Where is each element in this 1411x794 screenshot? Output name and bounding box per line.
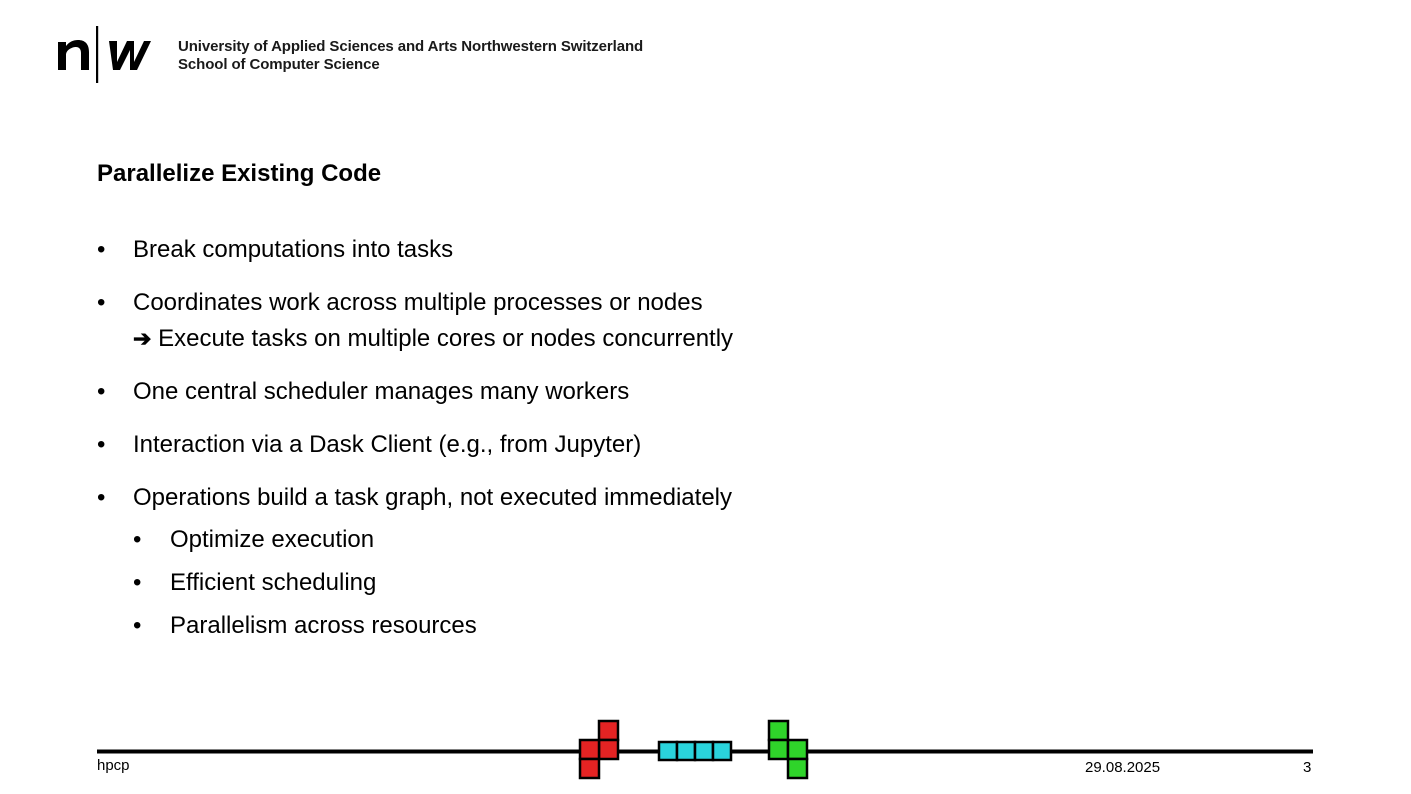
school-line: School of Computer Science [178, 56, 380, 73]
bullet-list: • Break computations into tasks • Coordi… [97, 232, 1197, 661]
footer-decoration [97, 719, 1313, 780]
footer-line [97, 749, 580, 754]
bullet-text: Interaction via a Dask Client (e.g., fro… [133, 431, 642, 458]
bullet-text: Coordinates work across multiple process… [133, 289, 703, 316]
sub-bullet-text: Parallelism across resources [170, 612, 477, 639]
cyan-tetromino-icon [657, 740, 733, 762]
bullet-dot: • [97, 236, 106, 263]
bullet-item: • Operations build a task graph, not exe… [97, 480, 1197, 644]
bullet-dot: • [133, 569, 142, 596]
bullet-item: • Break computations into tasks [97, 232, 1197, 268]
sub-bullet-item: • Efficient scheduling [133, 565, 1197, 601]
footer-date: 29.08.2025 [1085, 759, 1161, 776]
fhnw-logo-mark [58, 26, 151, 83]
bullet-dot: • [97, 484, 106, 511]
bullet-dot: • [133, 526, 142, 553]
bullet-dot: • [97, 289, 106, 316]
footer-line [731, 749, 769, 754]
bullet-item: • Interaction via a Dask Client (e.g., f… [97, 427, 1197, 463]
bullet-item: • One central scheduler manages many wor… [97, 374, 1197, 410]
bullet-item: • Coordinates work across multiple proce… [97, 285, 1197, 357]
slide: University of Applied Sciences and Arts … [0, 0, 1411, 794]
page-number: 3 [1303, 759, 1312, 776]
slide-title: Parallelize Existing Code [97, 160, 382, 187]
arrow-text: Execute tasks on multiple cores or nodes… [158, 325, 734, 352]
footer-line [808, 749, 1313, 754]
bullet-dot: • [97, 378, 106, 405]
sub-bullet-text: Optimize execution [170, 526, 375, 553]
arrow-line: ➔ Execute tasks on multiple cores or nod… [133, 321, 1197, 357]
arrow-right-icon: ➔ [133, 326, 152, 351]
sub-bullet-text: Efficient scheduling [170, 569, 377, 596]
bullet-text: One central scheduler manages many worke… [133, 378, 630, 405]
footer-line [618, 749, 659, 754]
bullet-dot: • [133, 612, 142, 639]
bullet-dot: • [97, 431, 106, 458]
bullet-text: Operations build a task graph, not execu… [133, 484, 733, 511]
institution-name: University of Applied Sciences and Arts … [178, 38, 643, 74]
bullet-text: Break computations into tasks [133, 236, 454, 263]
green-tetromino-icon [767, 719, 809, 780]
red-tetromino-icon [578, 719, 620, 780]
footer-label: hpcp [97, 757, 130, 774]
institution-line: University of Applied Sciences and Arts … [178, 38, 644, 55]
sub-bullet-list: • Optimize execution • Efficient schedul… [133, 522, 1197, 644]
sub-bullet-item: • Parallelism across resources [133, 608, 1197, 644]
sub-bullet-item: • Optimize execution [133, 522, 1197, 558]
